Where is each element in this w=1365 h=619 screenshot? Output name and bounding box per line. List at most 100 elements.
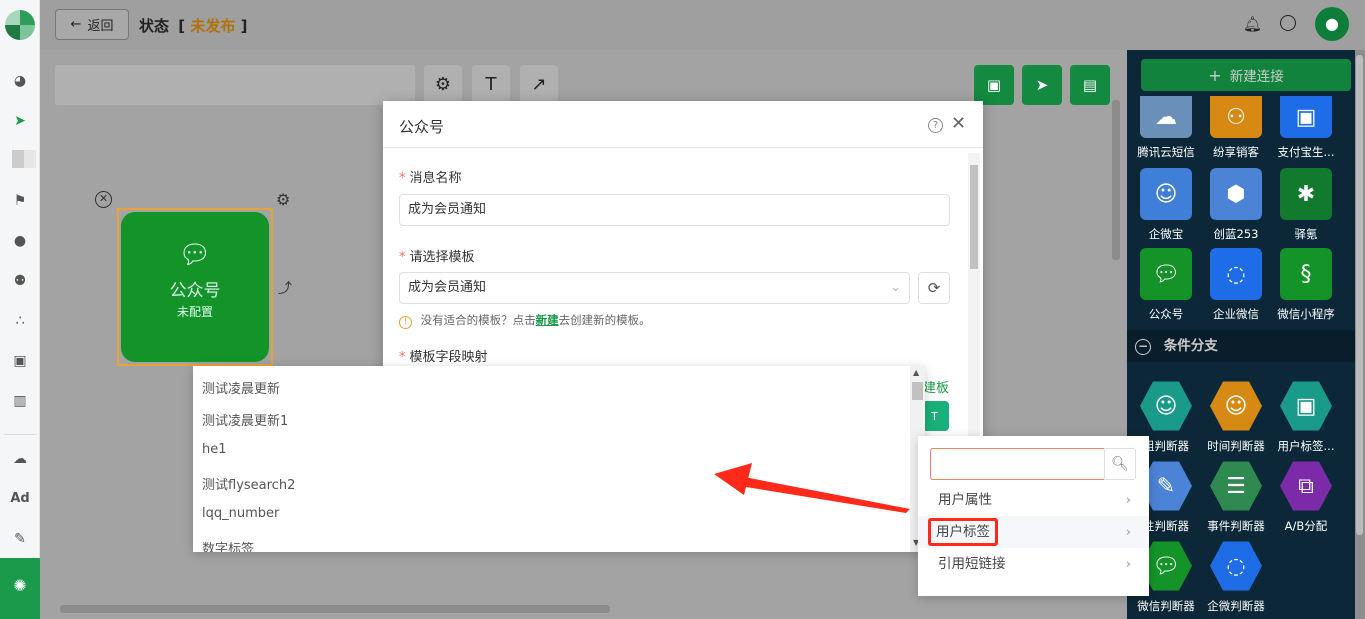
user-icon[interactable]: ●: [10, 232, 30, 250]
new-connection-button[interactable]: + 新建连接: [1141, 59, 1351, 91]
cascader-item-user-tags[interactable]: 用户标签 ›: [918, 516, 1149, 548]
search-button[interactable]: 🔍︎: [1104, 448, 1136, 480]
template-hint: ! 没有适合的模板？点击新建去创建新的模板。: [399, 312, 651, 329]
list-item[interactable]: 数字标签: [202, 538, 254, 552]
cascader-item-short-link[interactable]: 引用短链接 ›: [918, 548, 1149, 580]
list-item[interactable]: 测试凌晨更新: [202, 378, 280, 397]
canvas-vertical-scrollbar[interactable]: [1112, 100, 1120, 260]
wrench-icon[interactable]: ✎: [10, 530, 30, 548]
node-gongzhonghao[interactable]: 💬︎ 公众号: [1131, 248, 1201, 322]
cascader-item-label: 用户属性: [938, 492, 992, 508]
scroll-up-icon[interactable]: ▲: [913, 368, 919, 377]
node-close-icon[interactable]: ✕: [95, 191, 112, 208]
cluster-icon[interactable]: ∴: [10, 312, 30, 330]
cascader-search-input[interactable]: [930, 448, 1105, 480]
dropdown-scrollbar-thumb[interactable]: [912, 382, 923, 400]
node-label: A/B分配: [1284, 519, 1328, 533]
status-open: [: [178, 17, 186, 35]
alipay-icon: ▣: [1280, 96, 1332, 138]
label-text: 消息名称: [409, 171, 462, 186]
status-close: ]: [240, 17, 248, 35]
publish-button[interactable]: ➤: [1022, 65, 1062, 105]
bar-chart-icon[interactable]: ▥: [10, 392, 30, 410]
user-tag-icon: ▣: [1280, 381, 1332, 431]
close-icon[interactable]: ✕: [951, 113, 966, 134]
list-item[interactable]: he1: [202, 442, 227, 457]
cascader-item-user-attributes[interactable]: 用户属性 ›: [918, 484, 1149, 516]
plus-icon: +: [1208, 65, 1222, 85]
node-tencent-sms[interactable]: ☁ 腾讯云短信: [1131, 96, 1201, 160]
app-logo[interactable]: [5, 10, 35, 40]
node-label: 微信判断器: [1137, 599, 1195, 613]
cloud-icon: ☁: [1140, 96, 1192, 138]
required-mark: *: [399, 350, 406, 365]
users-icon[interactable]: ⚉: [10, 272, 30, 290]
flag-icon[interactable]: ⚑: [10, 192, 30, 210]
settings-active-icon[interactable]: ✺: [0, 558, 40, 619]
section-header[interactable]: − 条件分支: [1127, 330, 1355, 362]
mapping-link[interactable]: 建板: [923, 377, 949, 396]
bell-icon[interactable]: 🔔︎: [1243, 15, 1262, 33]
new-connection-label: 新建连接: [1229, 69, 1284, 85]
node-qiweibao[interactable]: ☺ 企微宝: [1131, 168, 1201, 242]
grid-icon[interactable]: [12, 150, 36, 168]
node-qiye-weixin[interactable]: ◌ 企业微信: [1201, 248, 1271, 322]
node-settings-icon[interactable]: ⚙: [276, 190, 290, 209]
right-panel-scrollbar-thumb[interactable]: [1356, 55, 1363, 535]
branch-user-tag[interactable]: ▣ 用户标签...: [1271, 380, 1341, 454]
text-tool-button[interactable]: T: [472, 65, 510, 103]
refresh-button[interactable]: ⟳: [918, 272, 950, 304]
arrow-head: [714, 463, 752, 495]
canvas-node-wechat[interactable]: 💬︎ 公众号 未配置: [117, 208, 273, 366]
hint-suffix: 去创建新的模板。: [558, 313, 651, 327]
branch-ab[interactable]: ⧉ A/B分配: [1271, 460, 1341, 534]
dashboard-icon[interactable]: ◕: [10, 72, 30, 90]
canvas-search-box[interactable]: [55, 65, 415, 105]
layout-button[interactable]: ▤: [1070, 65, 1110, 105]
ad-icon[interactable]: Ad: [10, 490, 30, 508]
help-icon[interactable]: ?: [928, 118, 943, 133]
list-icon: ☰: [1210, 461, 1262, 511]
canvas-horizontal-scrollbar[interactable]: [60, 605, 610, 613]
node-label: 用户标签...: [1277, 439, 1335, 453]
arrow-tool-button[interactable]: ↗: [520, 65, 558, 103]
wechat-icon: 💬︎: [1140, 248, 1192, 300]
message-name-input[interactable]: 成为会员通知: [399, 194, 950, 226]
list-item[interactable]: 测试flysearch2: [202, 474, 295, 493]
bookmark-icon[interactable]: ▣: [10, 352, 30, 370]
field-cascader-menu: 🔍︎ 用户属性 › 用户标签 › 引用短链接 ›: [918, 436, 1149, 596]
branch-work-wechat[interactable]: ◌ 企微判断器: [1201, 540, 1271, 614]
ab-split-icon: ⧉: [1280, 461, 1332, 511]
field-mapping-label: * 模板字段映射: [399, 346, 488, 365]
node-miniprogram[interactable]: § 微信小程序: [1271, 248, 1341, 322]
node-label: 企业微信: [1213, 307, 1259, 321]
branch-event[interactable]: ☰ 事件判断器: [1201, 460, 1271, 534]
node-yike[interactable]: ✱ 驿氪: [1271, 168, 1341, 242]
save-button[interactable]: ▣: [974, 65, 1014, 105]
node-chuanglan[interactable]: ⬢ 创蓝253: [1201, 168, 1271, 242]
node-alipay[interactable]: ▣ 支付宝生...: [1271, 96, 1341, 160]
node-label: 时间判断器: [1207, 439, 1265, 453]
create-template-link[interactable]: 新建: [536, 313, 559, 327]
dialog-scrollbar-thumb[interactable]: [970, 165, 978, 269]
back-arrow-icon: ←: [70, 17, 82, 32]
section-title: 条件分支: [1163, 338, 1218, 354]
chat-icon[interactable]: [1280, 15, 1296, 31]
info-icon: !: [399, 316, 412, 329]
node-label: 纷享销客: [1213, 145, 1259, 159]
wechat-icon[interactable]: ☁: [10, 450, 30, 468]
list-item[interactable]: 测试凌晨更新1: [202, 410, 288, 429]
gear-icon[interactable]: ⚙: [424, 65, 462, 103]
send-icon[interactable]: ➤: [10, 112, 30, 130]
avatar[interactable]: ●: [1315, 7, 1349, 41]
connector-handle-icon[interactable]: ⤴: [278, 278, 292, 298]
qiweibao-icon: ☺: [1140, 168, 1192, 220]
node-fenxiang[interactable]: ⚇ 纷享销客: [1201, 96, 1271, 160]
template-select[interactable]: 成为会员通知 ⌄: [399, 272, 910, 304]
back-button[interactable]: ← 返回: [55, 9, 129, 40]
branch-time[interactable]: ☺ 时间判断器: [1201, 380, 1271, 454]
list-item[interactable]: lqq_number: [202, 506, 279, 521]
required-mark: *: [399, 250, 406, 265]
node-label: 支付宝生...: [1277, 145, 1335, 159]
fenxiang-icon: ⚇: [1210, 96, 1262, 138]
